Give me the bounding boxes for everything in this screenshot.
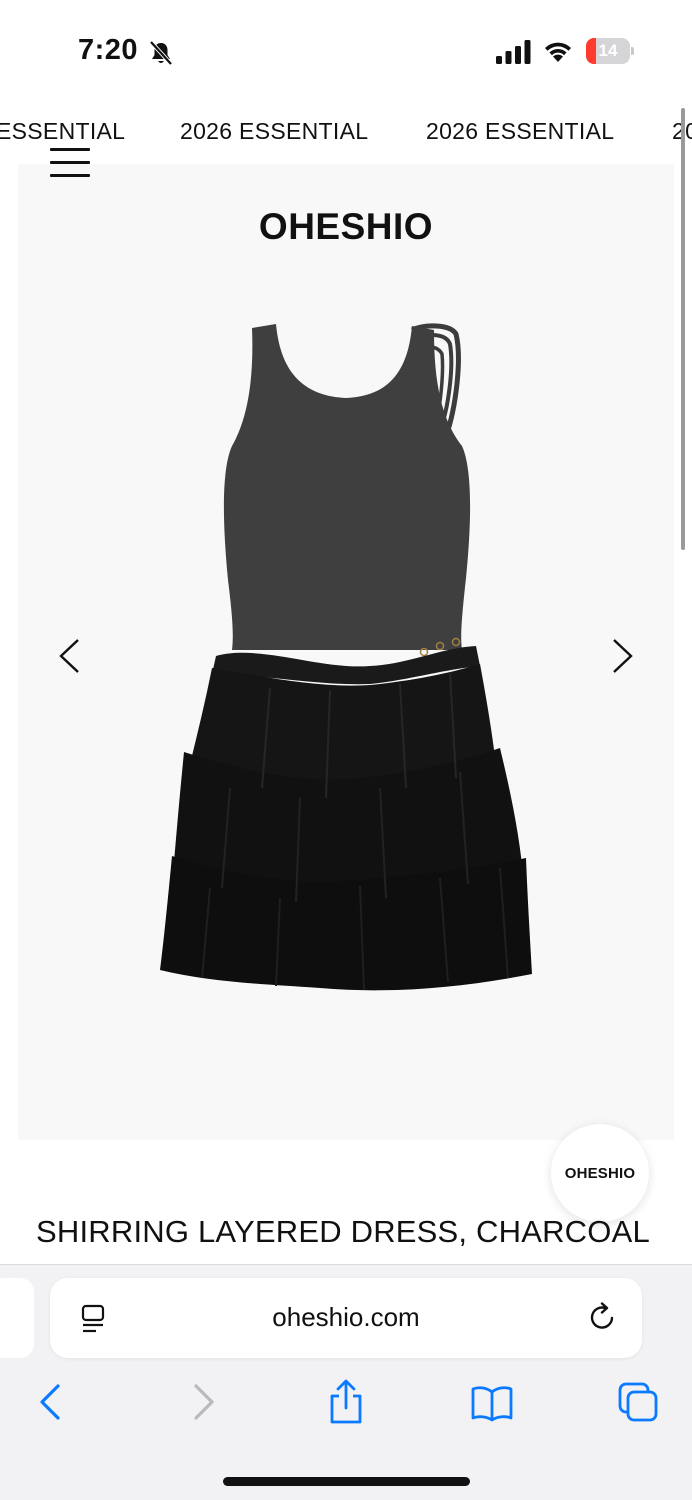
home-indicator[interactable] [223, 1477, 470, 1486]
marquee-item: 2026 ESSENTIAL [426, 118, 615, 144]
status-bar: 7:20 14 [0, 0, 692, 100]
bookmarks-icon[interactable] [470, 1378, 514, 1426]
product-title: SHIRRING LAYERED DRESS, CHARCOAL [36, 1214, 650, 1249]
share-icon[interactable] [324, 1378, 368, 1426]
back-icon[interactable] [30, 1378, 74, 1426]
wifi-icon [545, 42, 571, 62]
brand-logo[interactable]: OHESHIO [0, 206, 692, 248]
battery-level: 14 [598, 41, 618, 60]
previous-tab-preview[interactable] [0, 1278, 34, 1358]
reload-icon[interactable] [588, 1302, 618, 1332]
product-image [160, 323, 532, 991]
marquee-item: ESSENTIAL [0, 118, 126, 144]
status-time: 7:20 [78, 34, 139, 66]
brand-chat-button[interactable]: OHESHIO [551, 1124, 649, 1222]
battery-icon: 14 [586, 38, 634, 64]
hamburger-menu-icon[interactable] [50, 148, 90, 178]
marquee-item: 2026 ESSENTIAL [180, 118, 369, 144]
forward-icon[interactable] [180, 1378, 224, 1426]
url-text[interactable]: oheshio.com [50, 1302, 642, 1333]
chevron-left-icon[interactable] [56, 636, 82, 676]
tabs-icon[interactable] [616, 1378, 660, 1426]
scrollbar[interactable] [681, 108, 685, 550]
signal-icon [496, 40, 531, 64]
bell-slash-icon [149, 40, 173, 66]
announcement-marquee: ESSENTIAL 2026 ESSENTIAL 2026 ESSENTIAL … [0, 110, 692, 154]
address-bar[interactable]: oheshio.com [50, 1278, 642, 1358]
chevron-right-icon[interactable] [610, 636, 636, 676]
